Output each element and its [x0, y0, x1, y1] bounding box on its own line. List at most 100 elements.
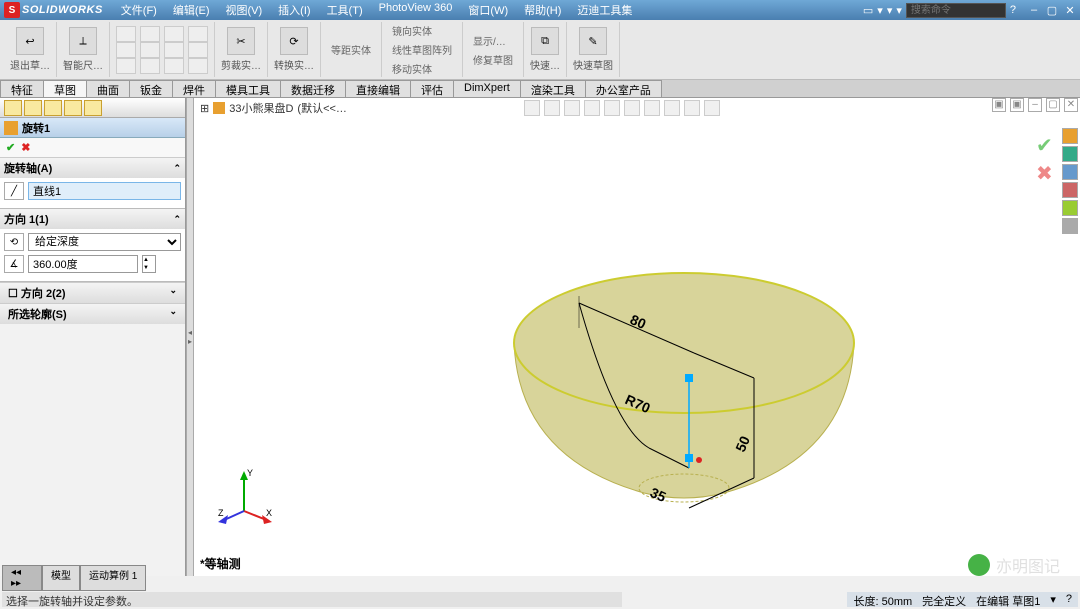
tab-migrate[interactable]: 数据迁移 [280, 80, 346, 97]
scene-icon[interactable] [684, 100, 700, 116]
menu-tools[interactable]: 工具(T) [319, 0, 371, 20]
qatb-open-icon[interactable]: ▾ [877, 4, 883, 17]
fm-tab3-icon[interactable] [44, 100, 62, 116]
expand-icon[interactable]: ⌄ [169, 285, 177, 301]
smart-dim-icon[interactable]: ⟂ [69, 27, 97, 55]
axis-input[interactable] [28, 182, 181, 200]
menu-insert[interactable]: 插入(I) [270, 0, 318, 20]
pm-ok-icon[interactable]: ✔ [6, 141, 15, 154]
qatb-new-icon[interactable]: ▭ [863, 4, 873, 17]
confirm-ok-icon[interactable]: ✔ [1036, 133, 1060, 153]
dir1-type-select[interactable]: 给定深度 [28, 233, 181, 251]
tp-custom-icon[interactable] [1062, 218, 1078, 234]
tab-dimxpert[interactable]: DimXpert [453, 80, 521, 97]
tab-surface[interactable]: 曲面 [86, 80, 130, 97]
tab-evaluate[interactable]: 评估 [410, 80, 454, 97]
confirm-cancel-icon[interactable]: ✖ [1036, 161, 1060, 181]
tp-library-icon[interactable] [1062, 146, 1078, 162]
tab-weldment[interactable]: 焊件 [172, 80, 216, 97]
menu-photoview[interactable]: PhotoView 360 [371, 0, 461, 20]
display-label[interactable]: 显示/… [469, 32, 517, 49]
menu-window[interactable]: 窗口(W) [460, 0, 516, 20]
ellipse-icon[interactable] [164, 42, 184, 58]
axis-select-icon[interactable]: ╱ [4, 182, 24, 200]
doc-btn2-icon[interactable]: ▣ [1010, 98, 1024, 112]
section-view-icon[interactable] [584, 100, 600, 116]
view-orient-icon[interactable] [604, 100, 620, 116]
trim-icon[interactable]: ✂ [227, 27, 255, 55]
expand-icon[interactable]: ⌄ [169, 306, 177, 322]
fillet-icon[interactable] [140, 58, 160, 74]
convert-icon[interactable]: ⟳ [280, 27, 308, 55]
exit-sketch-icon[interactable]: ↩ [16, 27, 44, 55]
menu-maidi[interactable]: 迈迪工具集 [569, 0, 640, 20]
status-unit-icon[interactable]: ▾ [1050, 593, 1056, 606]
maximize-icon[interactable]: ▢ [1046, 4, 1058, 17]
fm-tab1-icon[interactable] [4, 100, 22, 116]
quick-icon[interactable]: ⧉ [531, 27, 559, 55]
poly-icon[interactable] [140, 42, 160, 58]
slot-icon[interactable] [188, 58, 208, 74]
btab-motion[interactable]: 运动算例 1 [80, 565, 146, 591]
arc-icon[interactable] [164, 26, 184, 42]
flyout-tree[interactable]: ⊞ 33小熊果盘D (默认<<… [200, 100, 347, 116]
display-style-icon[interactable] [624, 100, 640, 116]
doc-btn1-icon[interactable]: ▣ [992, 98, 1006, 112]
search-input[interactable] [906, 3, 1006, 18]
rect-icon[interactable] [116, 42, 136, 58]
reverse-dir-icon[interactable]: ⟲ [4, 233, 24, 251]
view-settings-icon[interactable] [704, 100, 720, 116]
btab-model[interactable]: 模型 [42, 565, 80, 591]
btab-nav[interactable]: ◂◂ ▸▸ [2, 565, 42, 591]
tp-resources-icon[interactable] [1062, 128, 1078, 144]
minimize-icon[interactable]: – [1028, 4, 1040, 17]
doc-min-icon[interactable]: – [1028, 98, 1042, 112]
spline-icon[interactable] [188, 26, 208, 42]
angle-spinner[interactable]: ▲▼ [142, 255, 156, 273]
appearance-icon[interactable] [664, 100, 680, 116]
pm-cancel-icon[interactable]: ✖ [21, 141, 30, 154]
dir1-header[interactable]: 方向 1(1) ⌃ [0, 209, 185, 229]
chamfer-icon[interactable] [164, 58, 184, 74]
menu-help[interactable]: 帮助(H) [516, 0, 569, 20]
graphics-area[interactable]: ▣ ▣ – ▢ ✕ ⊞ 33小熊果盘D (默认<<… ✔ ✖ [194, 98, 1080, 576]
collapse-icon[interactable]: ⌃ [173, 163, 181, 174]
tp-appearance-icon[interactable] [1062, 200, 1078, 216]
help-icon[interactable]: ? [1010, 4, 1016, 16]
qatb-print-icon[interactable]: ▾ [896, 4, 902, 17]
tab-render[interactable]: 渲染工具 [520, 80, 586, 97]
splitter[interactable]: ◂▸ [186, 98, 194, 576]
doc-max-icon[interactable]: ▢ [1046, 98, 1060, 112]
endpoint-handle[interactable] [685, 374, 693, 382]
tp-explorer-icon[interactable] [1062, 164, 1078, 180]
axis-header[interactable]: 旋转轴(A) ⌃ [0, 158, 185, 178]
section-contour[interactable]: 所选轮廓(S) ⌄ [0, 303, 185, 324]
collapse-icon[interactable]: ⌃ [173, 214, 181, 225]
doc-close-icon[interactable]: ✕ [1064, 98, 1078, 112]
point-icon[interactable] [116, 58, 136, 74]
qatb-save-icon[interactable]: ▾ [887, 4, 893, 17]
dir1-angle-input[interactable] [28, 255, 138, 273]
tab-mold[interactable]: 模具工具 [215, 80, 281, 97]
status-extra-icon[interactable]: ? [1066, 593, 1072, 606]
tab-office[interactable]: 办公室产品 [585, 80, 662, 97]
close-icon[interactable]: ✕ [1064, 4, 1076, 17]
tree-expand-icon[interactable]: ⊞ [200, 102, 209, 115]
tp-palette-icon[interactable] [1062, 182, 1078, 198]
endpoint-handle[interactable] [685, 454, 693, 462]
fm-tab5-icon[interactable] [84, 100, 102, 116]
mirror-label[interactable]: 镜向实体 [388, 22, 456, 39]
pattern-label[interactable]: 线性草图阵列 [388, 41, 456, 58]
tab-direct[interactable]: 直接编辑 [345, 80, 411, 97]
fm-tab2-icon[interactable] [24, 100, 42, 116]
orientation-triad[interactable]: Y X Z [214, 466, 274, 526]
menu-file[interactable]: 文件(F) [113, 0, 165, 20]
tab-feature[interactable]: 特征 [0, 80, 44, 97]
tab-sketch[interactable]: 草图 [43, 80, 87, 97]
repair-label[interactable]: 修复草图 [469, 51, 517, 68]
hide-show-icon[interactable] [644, 100, 660, 116]
text-icon[interactable] [188, 42, 208, 58]
prev-view-icon[interactable] [564, 100, 580, 116]
line-icon[interactable] [116, 26, 136, 42]
menu-view[interactable]: 视图(V) [218, 0, 271, 20]
